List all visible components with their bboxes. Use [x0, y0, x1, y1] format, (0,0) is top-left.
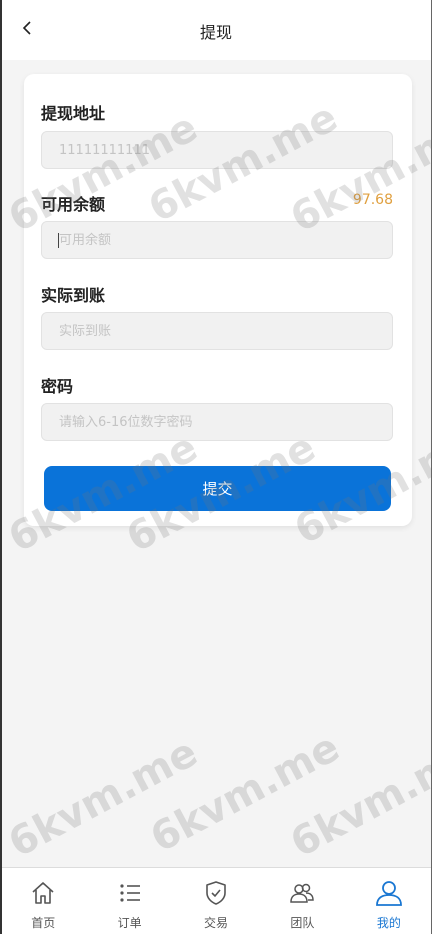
user-icon [374, 878, 404, 908]
team-icon [287, 878, 317, 908]
address-field[interactable] [41, 131, 393, 169]
tab-label: 首页 [31, 916, 56, 930]
header-bar: 提现 [0, 0, 432, 60]
tab-team[interactable]: 团队 [259, 868, 345, 934]
home-icon [28, 878, 58, 908]
list-icon [115, 878, 145, 908]
tab-label: 团队 [290, 916, 315, 930]
tab-orders[interactable]: 订单 [86, 868, 172, 934]
received-label: 实际到账 [41, 286, 106, 305]
tab-trade[interactable]: 交易 [173, 868, 259, 934]
tab-mine[interactable]: 我的 [346, 868, 432, 934]
address-label: 提现地址 [41, 104, 106, 123]
bottom-tab-bar: 首页 订单 交易 团队 我的 [0, 867, 432, 934]
watermark: 6kvm.me [1, 729, 205, 867]
page-title: 提现 [199, 23, 232, 42]
balance-label: 可用余额 [41, 195, 106, 214]
received-input[interactable] [41, 312, 393, 350]
tab-home[interactable]: 首页 [0, 868, 86, 934]
submit-button[interactable]: 提交 [44, 466, 391, 511]
tab-label: 订单 [117, 916, 142, 930]
watermark: 6kvm.me [283, 729, 432, 867]
shield-check-icon [201, 878, 231, 908]
watermark: 6kvm.me [143, 724, 347, 862]
balance-value: 97.68 [352, 192, 393, 208]
tab-label: 我的 [376, 916, 401, 930]
password-input[interactable] [41, 403, 393, 441]
tab-label: 交易 [204, 916, 229, 930]
withdraw-form-card: 提现地址 可用余额 97.68 实际到账 密码 提交 [24, 74, 412, 526]
password-label: 密码 [41, 377, 74, 396]
text-caret [58, 233, 59, 248]
amount-input[interactable] [41, 221, 393, 259]
